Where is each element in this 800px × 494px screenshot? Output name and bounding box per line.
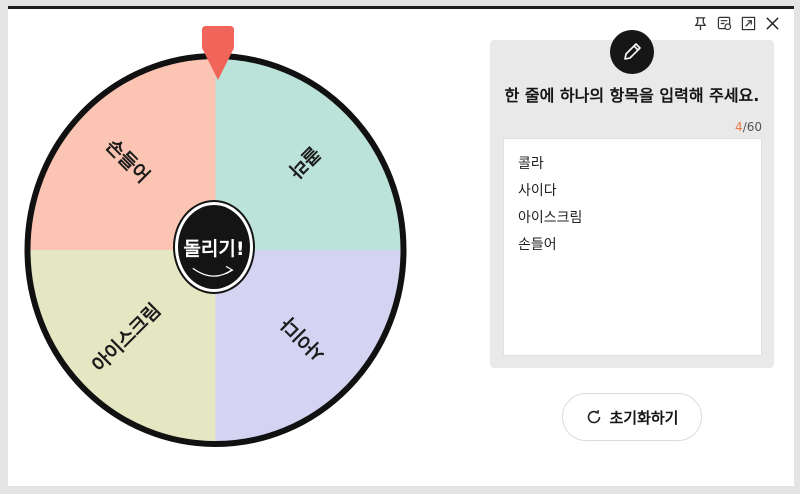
item-count-max: /60	[742, 120, 762, 134]
save-icon[interactable]	[716, 15, 732, 31]
items-textarea[interactable]: 콜라 사이다 아이스크림 손들어	[503, 138, 762, 356]
window-controls	[692, 15, 780, 31]
close-icon[interactable]	[764, 15, 780, 31]
refresh-icon	[588, 410, 601, 424]
wheel-pointer	[202, 26, 234, 80]
item-line: 아이스크림	[518, 210, 583, 226]
reset-button[interactable]: 초기화하기	[562, 393, 702, 441]
item-line: 콜라	[518, 156, 544, 172]
spin-button[interactable]: 돌리기!	[175, 202, 253, 292]
item-line: 손들어	[518, 237, 557, 253]
pencil-icon	[610, 30, 654, 74]
spin-button-label: 돌리기!	[183, 237, 245, 260]
item-counter: 4/60	[735, 120, 762, 134]
reset-button-label: 초기화하기	[609, 408, 679, 427]
items-panel: 한 줄에 하나의 항목을 입력해 주세요. 4/60 콜라 사이다 아이스크림 …	[490, 30, 774, 368]
item-line: 사이다	[518, 183, 557, 199]
item-count-current: 4	[735, 120, 743, 134]
panel-instruction: 한 줄에 하나의 항목을 입력해 주세요.	[504, 86, 760, 105]
expand-icon[interactable]	[740, 15, 756, 31]
pin-icon[interactable]	[692, 15, 708, 31]
